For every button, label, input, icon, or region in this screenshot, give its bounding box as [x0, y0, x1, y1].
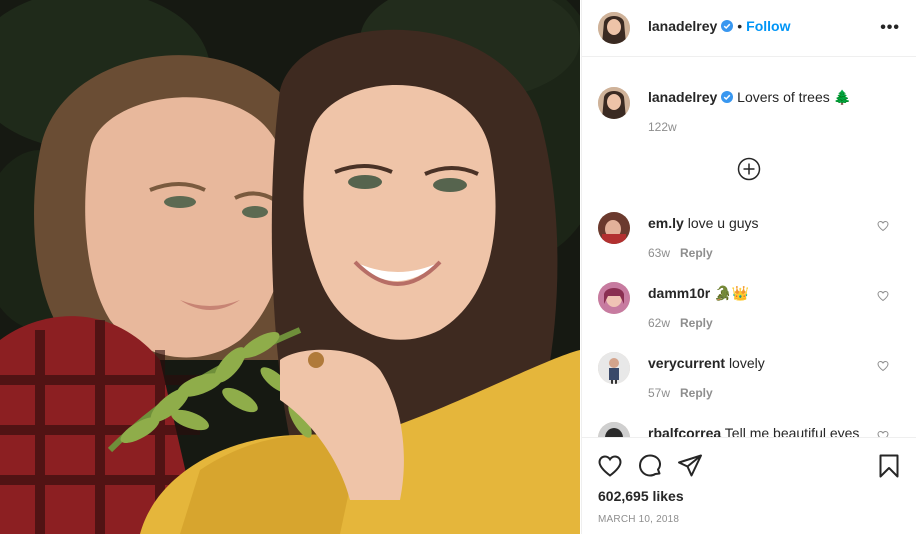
caption-username[interactable]: lanadelrey — [648, 89, 717, 105]
caption-avatar[interactable] — [598, 87, 630, 119]
commenter-avatar[interactable] — [598, 352, 630, 384]
commenter-username[interactable]: em.ly — [648, 215, 684, 231]
commenter-avatar[interactable] — [598, 282, 630, 314]
verified-badge-icon — [721, 20, 734, 32]
reply-button[interactable]: Reply — [680, 246, 713, 260]
comment-text-line: em.ly love u guys — [648, 214, 759, 232]
commenter-username[interactable]: verycurrent — [648, 355, 725, 371]
comment-item: verycurrent lovely 57w Reply — [582, 340, 916, 410]
plus-circle-icon — [737, 157, 761, 181]
more-options-button[interactable]: ••• — [880, 19, 900, 37]
comment-text: love u guys — [687, 215, 759, 231]
comment-meta: 57w Reply — [648, 386, 713, 400]
post-panel: lanadelrey • Follow ••• lanadelrey Lovers … — [581, 0, 916, 534]
caption-text-line: lanadelrey Lovers of trees 🌲 — [648, 88, 851, 106]
comment-age[interactable]: 63w — [648, 246, 670, 260]
commenter-username[interactable]: damm10r — [648, 285, 710, 301]
comment-age[interactable]: 57w — [648, 386, 670, 400]
comment-text: Tell me beautiful eyes — [724, 425, 860, 437]
post-actions: 602,695 likes MARCH 10, 2018 — [582, 437, 916, 534]
paper-plane-icon[interactable] — [677, 453, 703, 479]
header-line: lanadelrey • Follow — [648, 18, 791, 34]
post-photo[interactable] — [0, 0, 580, 534]
comment-text: 🐊👑 — [714, 285, 750, 301]
reply-button[interactable]: Reply — [680, 316, 713, 330]
comment-meta: 62w Reply — [648, 316, 713, 330]
tree-emoji: 🌲 — [833, 89, 852, 105]
comment-like-heart-icon[interactable] — [877, 220, 889, 232]
likes-count[interactable]: 602,695 likes — [598, 488, 684, 504]
comment-text: lovely — [728, 355, 765, 371]
comment-item: damm10r 🐊👑 62w Reply — [582, 270, 916, 340]
commenter-username[interactable]: rbalfcorrea — [648, 425, 721, 437]
post-date[interactable]: MARCH 10, 2018 — [598, 514, 679, 525]
author-username[interactable]: lanadelrey — [648, 18, 717, 34]
comment-text-line: damm10r 🐊👑 — [648, 284, 749, 302]
commenter-avatar[interactable] — [598, 212, 630, 244]
caption-text: Lovers of trees — [737, 89, 830, 105]
heart-icon[interactable] — [597, 453, 623, 479]
comment-like-heart-icon[interactable] — [877, 430, 889, 437]
comment-item: em.ly love u guys 63w Reply — [582, 200, 916, 270]
comment-meta: 63w Reply — [648, 246, 713, 260]
comment-item: rbalfcorrea Tell me beautiful eyes — [582, 410, 916, 437]
comment-text-line: verycurrent lovely — [648, 354, 765, 372]
comment-age[interactable]: 62w — [648, 316, 670, 330]
comment-bubble-icon[interactable] — [637, 453, 663, 479]
caption-age[interactable]: 122w — [648, 120, 677, 134]
separator-dot: • — [737, 18, 743, 34]
commenter-avatar[interactable] — [598, 422, 630, 437]
post-header: lanadelrey • Follow ••• — [582, 0, 916, 57]
reply-button[interactable]: Reply — [680, 386, 713, 400]
author-avatar[interactable] — [598, 12, 630, 44]
comment-like-heart-icon[interactable] — [877, 290, 889, 302]
post-image — [0, 0, 580, 534]
ellipsis-icon: ••• — [880, 19, 900, 36]
comment-like-heart-icon[interactable] — [877, 360, 889, 372]
load-more-comments-button[interactable] — [737, 157, 761, 181]
bookmark-icon[interactable] — [876, 453, 902, 479]
verified-badge-icon — [721, 91, 734, 103]
comment-text-line: rbalfcorrea Tell me beautiful eyes — [648, 424, 859, 437]
follow-button[interactable]: Follow — [746, 18, 790, 34]
comment-list[interactable]: em.ly love u guys 63w Reply damm10r 🐊👑 62… — [582, 200, 916, 437]
